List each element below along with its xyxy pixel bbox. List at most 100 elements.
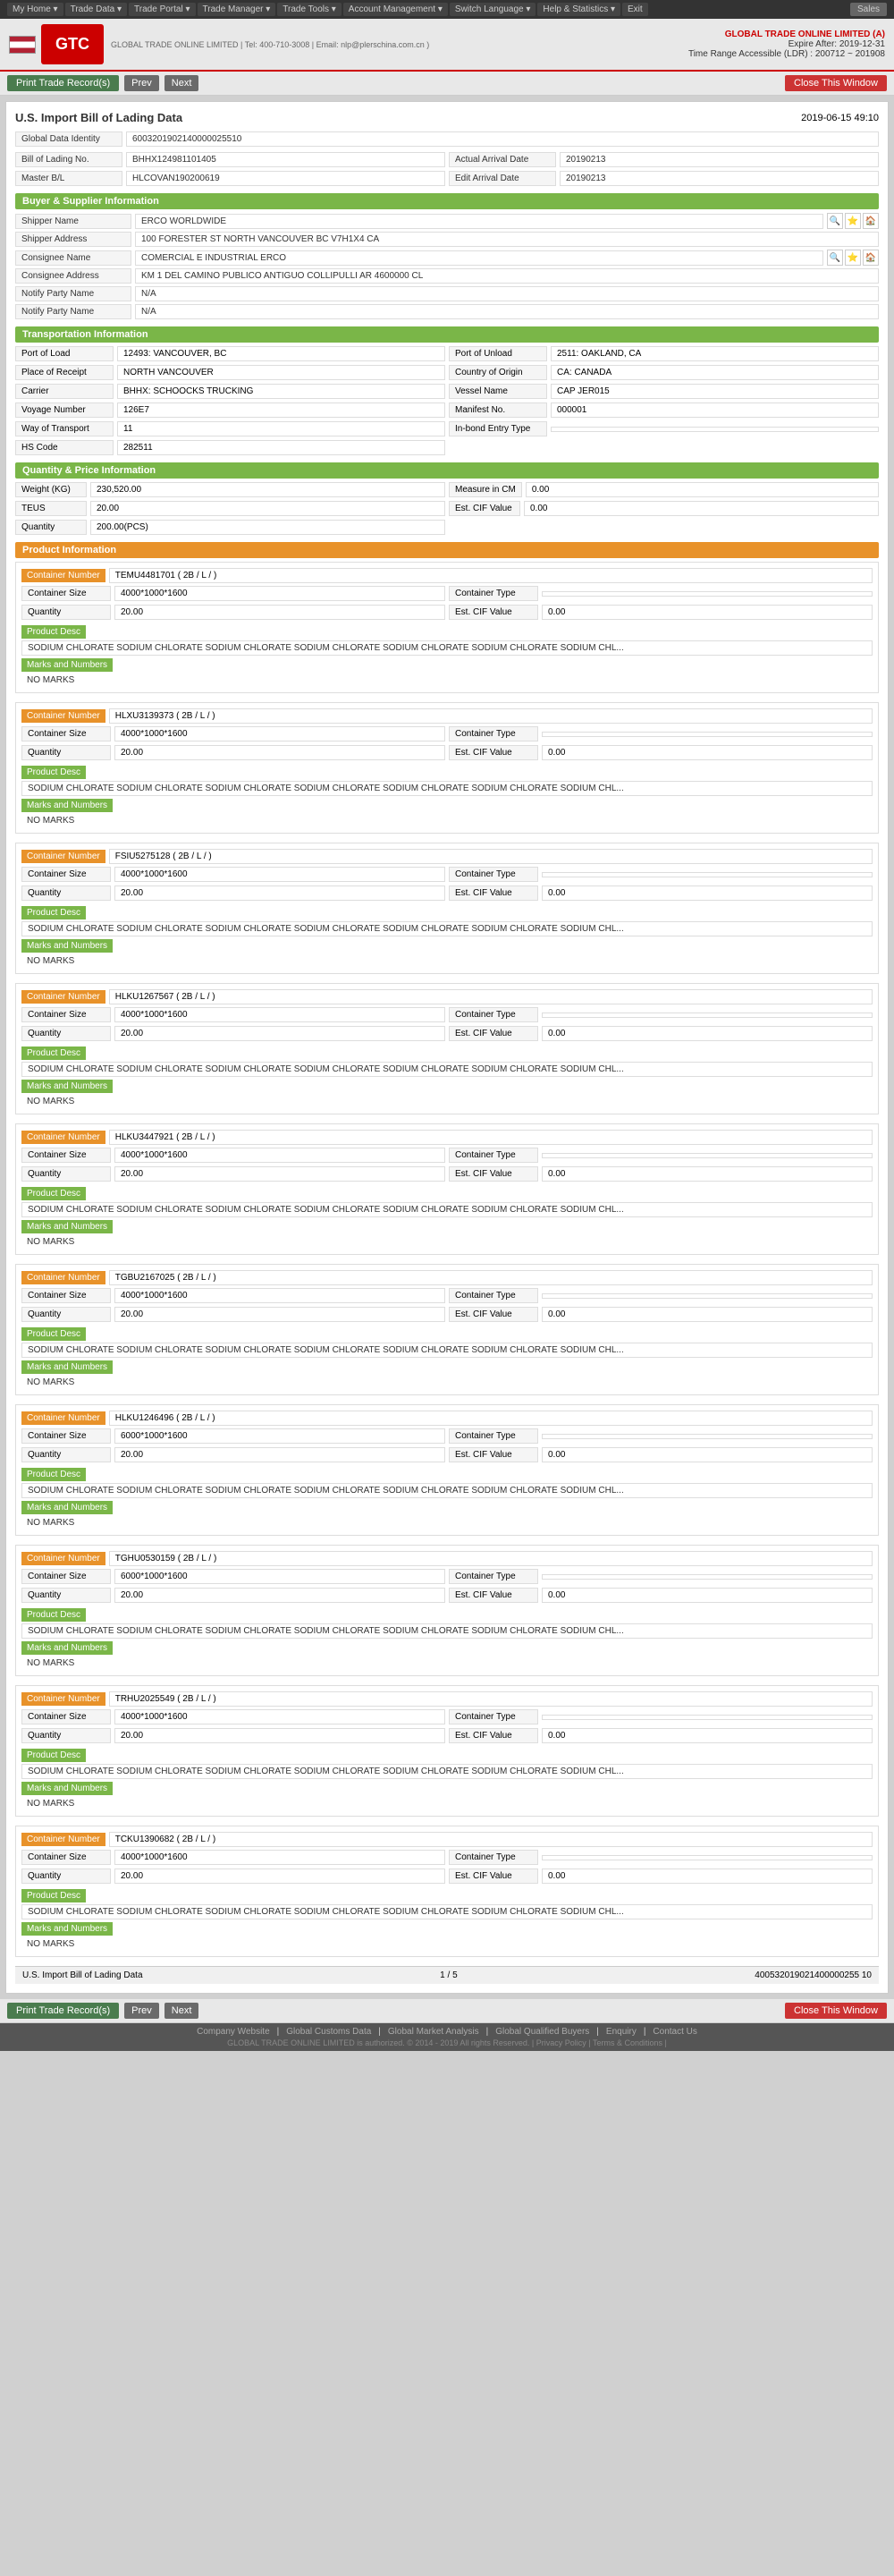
container-7-number-label: Container Number — [21, 1411, 105, 1425]
nav-trade-data[interactable]: Trade Data ▾ — [65, 3, 127, 16]
hs-code-row: HS Code 282511 — [15, 440, 445, 455]
print-button-bottom[interactable]: Print Trade Record(s) — [7, 2003, 119, 2019]
header-banner: GTC GLOBAL TRADE ONLINE LIMITED | Tel: 4… — [0, 19, 894, 72]
c1-cif-row: Est. CIF Value 0.00 — [449, 605, 873, 620]
consignee-address-row: Consignee Address KM 1 DEL CAMINO PUBLIC… — [15, 268, 879, 284]
sales-button[interactable]: Sales — [850, 3, 887, 16]
consignee-name-value: COMERCIAL E INDUSTRIAL ERCO — [135, 250, 823, 266]
close-button-top[interactable]: Close This Window — [785, 75, 887, 91]
container-10-number-row: Container Number TCKU1390682 ( 2B / L / … — [21, 1832, 873, 1847]
c10-product-desc-value: SODIUM CHLORATE SODIUM CHLORATE SODIUM C… — [21, 1904, 873, 1919]
consignee-search-icon[interactable]: 🔍 — [827, 250, 843, 266]
container-6-number-label: Container Number — [21, 1271, 105, 1284]
c3-cif-value: 0.00 — [542, 886, 873, 901]
hs-code-label: HS Code — [15, 440, 114, 455]
container-4-number-value: HLKU1267567 ( 2B / L / ) — [109, 989, 873, 1004]
container-section-1: Container Number TEMU4481701 ( 2B / L / … — [15, 562, 879, 693]
c8-qty-value: 20.00 — [114, 1588, 445, 1603]
c4-size-label: Container Size — [21, 1007, 111, 1022]
c1-cif-value: 0.00 — [542, 605, 873, 620]
c8-marks-value: NO MARKS — [21, 1657, 873, 1670]
shipper-address-label: Shipper Address — [15, 232, 131, 247]
container-section-3: Container Number FSIU5275128 ( 2B / L / … — [15, 843, 879, 974]
voyage-row: Voyage Number 126E7 — [15, 402, 445, 418]
next-button-bottom[interactable]: Next — [164, 2003, 199, 2019]
c1-product-desc-value: SODIUM CHLORATE SODIUM CHLORATE SODIUM C… — [21, 640, 873, 656]
c3-type-row: Container Type — [449, 867, 873, 882]
c6-marks-value: NO MARKS — [21, 1376, 873, 1389]
c5-size-label: Container Size — [21, 1148, 111, 1163]
c2-size-row: Container Size 4000*1000*1600 — [21, 726, 445, 741]
footer-link-enquiry[interactable]: Enquiry — [606, 2027, 637, 2037]
c3-qty-value: 20.00 — [114, 886, 445, 901]
footer-sep-4: | — [596, 2027, 599, 2037]
c8-type-value — [542, 1574, 873, 1580]
port-load-row: Port of Load 12493: VANCOUVER, BC — [15, 346, 445, 361]
global-id-label: Global Data Identity — [15, 131, 122, 147]
consignee-star-icon[interactable]: ⭐ — [845, 250, 861, 266]
c9-marks-value: NO MARKS — [21, 1797, 873, 1810]
c2-marks-label: Marks and Numbers — [21, 799, 113, 812]
footer-link-customs[interactable]: Global Customs Data — [286, 2027, 371, 2037]
footer-link-contact[interactable]: Contact Us — [653, 2027, 696, 2037]
edit-arrival-value: 20190213 — [560, 171, 879, 186]
nav-trade-tools[interactable]: Trade Tools ▾ — [277, 3, 342, 16]
master-bl-row: Master B/L HLCOVAN190200619 — [15, 171, 445, 186]
footer-link-market[interactable]: Global Market Analysis — [388, 2027, 479, 2037]
notify-party-1-label: Notify Party Name — [15, 286, 131, 301]
nav-my-home[interactable]: My Home ▾ — [7, 3, 63, 16]
c5-size-value: 4000*1000*1600 — [114, 1148, 445, 1163]
c7-type-row: Container Type — [449, 1428, 873, 1444]
in-bond-label: In-bond Entry Type — [449, 421, 547, 436]
container-3-number-value: FSIU5275128 ( 2B / L / ) — [109, 849, 873, 864]
nav-account-management[interactable]: Account Management ▾ — [343, 3, 448, 16]
container-8-number-label: Container Number — [21, 1552, 105, 1565]
container-1-number-label: Container Number — [21, 569, 105, 582]
quantity-row: Quantity 200.00(PCS) — [15, 520, 445, 535]
c6-product-desc-value: SODIUM CHLORATE SODIUM CHLORATE SODIUM C… — [21, 1343, 873, 1358]
c3-product-desc-value: SODIUM CHLORATE SODIUM CHLORATE SODIUM C… — [21, 921, 873, 936]
c6-cif-label: Est. CIF Value — [449, 1307, 538, 1322]
c5-cif-value: 0.00 — [542, 1166, 873, 1182]
footer-link-company[interactable]: Company Website — [197, 2027, 270, 2037]
consignee-home-icon[interactable]: 🏠 — [863, 250, 879, 266]
teus-label: TEUS — [15, 501, 87, 516]
est-cfv-label: Est. CIF Value — [449, 501, 520, 516]
carrier-row: Carrier BHHX: SCHOOCKS TRUCKING — [15, 384, 445, 399]
nav-trade-portal[interactable]: Trade Portal ▾ — [129, 3, 195, 16]
hs-code-value: 282511 — [117, 440, 445, 455]
nav-trade-manager[interactable]: Trade Manager ▾ — [198, 3, 276, 16]
star-icon[interactable]: ⭐ — [845, 213, 861, 229]
search-icon[interactable]: 🔍 — [827, 213, 843, 229]
c9-qty-value: 20.00 — [114, 1728, 445, 1743]
print-button-top[interactable]: Print Trade Record(s) — [7, 75, 119, 91]
footer-link-buyers[interactable]: Global Qualified Buyers — [495, 2027, 589, 2037]
c3-cif-label: Est. CIF Value — [449, 886, 538, 901]
c4-qty-value: 20.00 — [114, 1026, 445, 1041]
prev-button-top[interactable]: Prev — [124, 75, 159, 91]
nav-exit[interactable]: Exit — [622, 3, 648, 16]
shipper-name-label: Shipper Name — [15, 214, 131, 229]
teus-value: 20.00 — [90, 501, 445, 516]
container-6-number-row: Container Number TGBU2167025 ( 2B / L / … — [21, 1270, 873, 1285]
prev-button-bottom[interactable]: Prev — [124, 2003, 159, 2019]
c3-type-label: Container Type — [449, 867, 538, 882]
flag-icon — [9, 36, 36, 54]
c5-marks-value: NO MARKS — [21, 1235, 873, 1249]
shipper-address-value: 100 FORESTER ST NORTH VANCOUVER BC V7H1X… — [135, 232, 879, 247]
c4-cif-value: 0.00 — [542, 1026, 873, 1041]
nav-switch-language[interactable]: Switch Language ▾ — [450, 3, 536, 16]
container-section-10: Container Number TCKU1390682 ( 2B / L / … — [15, 1826, 879, 1957]
container-8-number-value: TGHU0530159 ( 2B / L / ) — [109, 1551, 873, 1566]
close-button-bottom[interactable]: Close This Window — [785, 2003, 887, 2019]
c3-size-value: 4000*1000*1600 — [114, 867, 445, 882]
container-1-number-value: TEMU4481701 ( 2B / L / ) — [109, 568, 873, 583]
home-icon[interactable]: 🏠 — [863, 213, 879, 229]
c3-cif-row: Est. CIF Value 0.00 — [449, 886, 873, 901]
c8-qty-label: Quantity — [21, 1588, 111, 1603]
nav-help-statistics[interactable]: Help & Statistics ▾ — [537, 3, 620, 16]
shipper-address-row: Shipper Address 100 FORESTER ST NORTH VA… — [15, 232, 879, 247]
c1-qty-row: Quantity 20.00 — [21, 605, 445, 620]
next-button-top[interactable]: Next — [164, 75, 199, 91]
container-2-number-value: HLXU3139373 ( 2B / L / ) — [109, 708, 873, 724]
